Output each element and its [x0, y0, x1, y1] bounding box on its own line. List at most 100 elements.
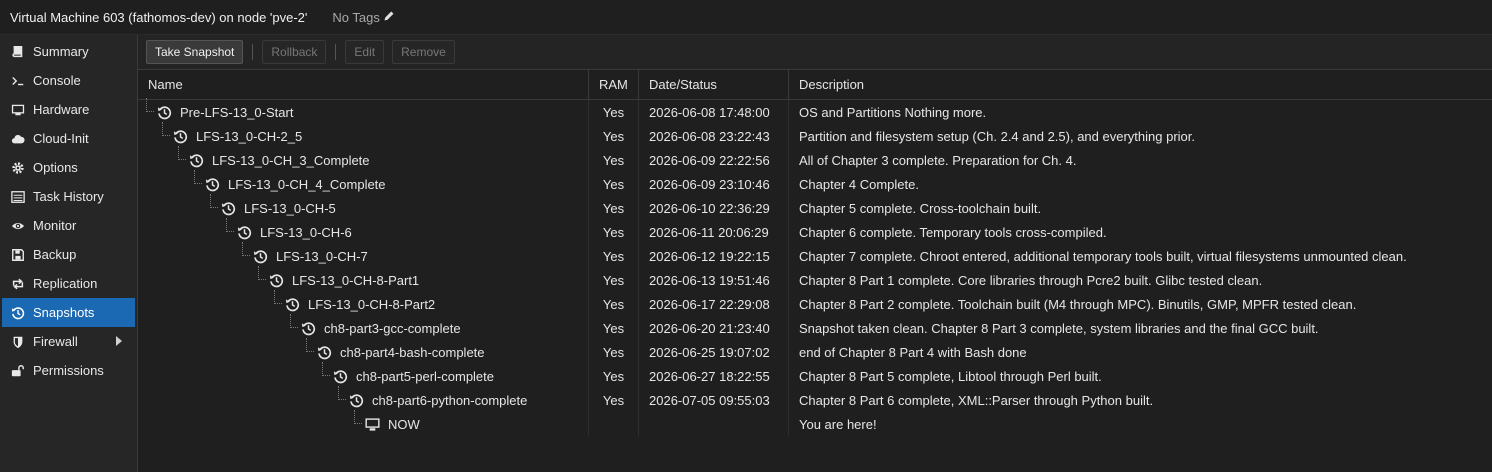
cloud-icon — [10, 131, 26, 147]
history-icon — [252, 248, 268, 264]
snapshot-row[interactable]: LFS-13_0-CH-5 Yes 2026-06-10 22:36:29 Chapt… — [138, 194, 1492, 220]
sidebar-item-backup[interactable]: Backup — [0, 240, 137, 269]
sidebar-item-hardware[interactable]: Hardware — [0, 95, 137, 124]
description-cell: Partition and filesystem setup (Ch. 2.4 … — [799, 128, 1195, 144]
snapshot-row[interactable]: LFS-13_0-CH_3_Complete Yes 2026-06-09 22:2… — [138, 146, 1492, 172]
ram-cell: Yes — [589, 388, 639, 412]
tree-node: LFS-13_0-CH-2_5 — [172, 128, 302, 144]
sidebar-item-permissions[interactable]: Permissions — [0, 356, 137, 385]
current-state-row[interactable]: NOW You are here! — [138, 410, 1492, 436]
tree-connector — [290, 314, 298, 328]
snapshot-row[interactable]: ch8-part4-bash-complete Yes 2026-06-25 19:… — [138, 338, 1492, 364]
snapshot-row[interactable]: LFS-13_0-CH-7 Yes 2026-06-12 19:22:15 Chapt… — [138, 242, 1492, 268]
name-cell: ch8-part3-gcc-complete — [138, 314, 589, 340]
sidebar-item-summary[interactable]: Summary — [0, 37, 137, 66]
name-cell: ch8-part6-python-complete — [138, 386, 589, 412]
grid-body: Pre-LFS-13_0-Start Yes 2026-06-08 17:48:00… — [138, 98, 1492, 436]
edit-button[interactable]: Edit — [345, 40, 385, 64]
eye-icon — [10, 218, 26, 234]
monitor-icon — [10, 102, 26, 118]
tags-editor[interactable]: No Tags — [332, 10, 394, 25]
name-cell: LFS-13_0-CH-8-Part2 — [138, 290, 589, 316]
ram-cell: Yes — [589, 148, 639, 172]
tree-connector — [194, 170, 202, 184]
name-cell: ch8-part4-bash-complete — [138, 338, 589, 364]
column-header-description[interactable]: Description — [789, 70, 1492, 99]
history-icon — [316, 344, 332, 360]
take-snapshot-button[interactable]: Take Snapshot — [146, 40, 244, 64]
sidebar-item-label: Hardware — [33, 102, 90, 117]
column-header-date[interactable]: Date/Status — [639, 70, 789, 99]
date-cell: 2026-06-20 21:23:40 — [639, 316, 789, 340]
name-cell: LFS-13_0-CH_3_Complete — [138, 146, 589, 172]
tree-node: ch8-part6-python-complete — [348, 392, 527, 408]
sidebar-item-console[interactable]: Console — [0, 66, 137, 95]
description-cell: Chapter 8 Part 2 complete. Toolchain bui… — [799, 296, 1357, 312]
tree-node: LFS-13_0-CH_4_Complete — [204, 176, 386, 192]
name-cell: ch8-part5-perl-complete — [138, 362, 589, 388]
sidebar-item-label: Replication — [33, 276, 98, 291]
snapshot-name: LFS-13_0-CH-8-Part1 — [292, 272, 420, 288]
date-cell: 2026-06-12 19:22:15 — [639, 244, 789, 268]
description-cell: You are here! — [799, 416, 877, 432]
name-cell: Pre-LFS-13_0-Start — [138, 98, 589, 124]
sidebar-item-options[interactable]: Options — [0, 153, 137, 182]
unlock-icon — [10, 363, 26, 379]
column-header-ram[interactable]: RAM — [589, 70, 639, 99]
tree-node: LFS-13_0-CH_3_Complete — [188, 152, 370, 168]
ram-cell: Yes — [589, 268, 639, 292]
description-cell: Chapter 8 Part 6 complete, XML::Parser t… — [799, 392, 1154, 408]
date-cell: 2026-06-27 18:22:55 — [639, 364, 789, 388]
tree-connector — [322, 362, 330, 376]
sidebar-item-task-history[interactable]: Task History — [0, 182, 137, 211]
tree-connector — [306, 338, 314, 352]
history-icon — [220, 200, 236, 216]
history-icon — [348, 392, 364, 408]
history-icon — [284, 296, 300, 312]
vm-title: Virtual Machine 603 (fathomos-dev) on no… — [10, 9, 308, 25]
snapshot-row[interactable]: ch8-part3-gcc-complete Yes 2026-06-20 21:2… — [138, 314, 1492, 340]
date-cell: 2026-07-05 09:55:03 — [639, 388, 789, 412]
list-icon — [10, 189, 26, 205]
history-icon — [300, 320, 316, 336]
sidebar-item-snapshots[interactable]: Snapshots — [2, 298, 135, 327]
snapshot-row[interactable]: ch8-part6-python-complete Yes 2026-07-05 0… — [138, 386, 1492, 412]
terminal-icon — [10, 73, 26, 89]
grid-header: Name RAM Date/Status Description — [138, 70, 1492, 100]
snapshot-row[interactable]: Pre-LFS-13_0-Start Yes 2026-06-08 17:48:00… — [138, 98, 1492, 124]
rollback-button[interactable]: Rollback — [262, 40, 327, 64]
ram-cell: Yes — [589, 196, 639, 220]
pencil-icon[interactable] — [383, 10, 395, 25]
description-cell: Snapshot taken clean. Chapter 8 Part 3 c… — [799, 320, 1319, 336]
sidebar-item-label: Task History — [33, 189, 104, 204]
sidebar-item-label: Monitor — [33, 218, 77, 233]
history-icon — [156, 104, 172, 120]
description-cell: Chapter 4 Complete. — [799, 176, 919, 192]
name-cell: LFS-13_0-CH-6 — [138, 218, 589, 244]
expand-arrow-icon[interactable] — [116, 336, 122, 346]
snapshot-name: LFS-13_0-CH_3_Complete — [212, 152, 370, 168]
sidebar-item-label: Firewall — [33, 334, 78, 349]
snapshot-row[interactable]: ch8-part5-perl-complete Yes 2026-06-27 18:… — [138, 362, 1492, 388]
snapshot-row[interactable]: LFS-13_0-CH_4_Complete Yes 2026-06-09 23:1… — [138, 170, 1492, 196]
sidebar-item-firewall[interactable]: Firewall — [0, 327, 137, 356]
sidebar-item-replication[interactable]: Replication — [0, 269, 137, 298]
ram-cell: Yes — [589, 292, 639, 316]
monitor-icon — [364, 416, 380, 432]
snapshot-row[interactable]: LFS-13_0-CH-8-Part2 Yes 2026-06-17 22:29:0… — [138, 290, 1492, 316]
name-cell: LFS-13_0-CH-5 — [138, 194, 589, 220]
name-cell: LFS-13_0-CH-8-Part1 — [138, 266, 589, 292]
sidebar: Summary Console Hardware Cloud-Init Options T… — [0, 35, 138, 472]
snapshot-row[interactable]: LFS-13_0-CH-8-Part1 Yes 2026-06-13 19:51:4… — [138, 266, 1492, 292]
sidebar-item-monitor[interactable]: Monitor — [0, 211, 137, 240]
history-icon — [268, 272, 284, 288]
description-cell: All of Chapter 3 complete. Preparation f… — [799, 152, 1077, 168]
column-header-name[interactable]: Name — [138, 70, 589, 99]
remove-button[interactable]: Remove — [392, 40, 455, 64]
snapshot-row[interactable]: LFS-13_0-CH-6 Yes 2026-06-11 20:06:29 Chapt… — [138, 218, 1492, 244]
snapshot-row[interactable]: LFS-13_0-CH-2_5 Yes 2026-06-08 23:22:43 Par… — [138, 122, 1492, 148]
gear-icon — [10, 160, 26, 176]
sidebar-item-cloud-init[interactable]: Cloud-Init — [0, 124, 137, 153]
tree-connector — [274, 290, 282, 304]
toolbar-separator — [335, 44, 337, 60]
